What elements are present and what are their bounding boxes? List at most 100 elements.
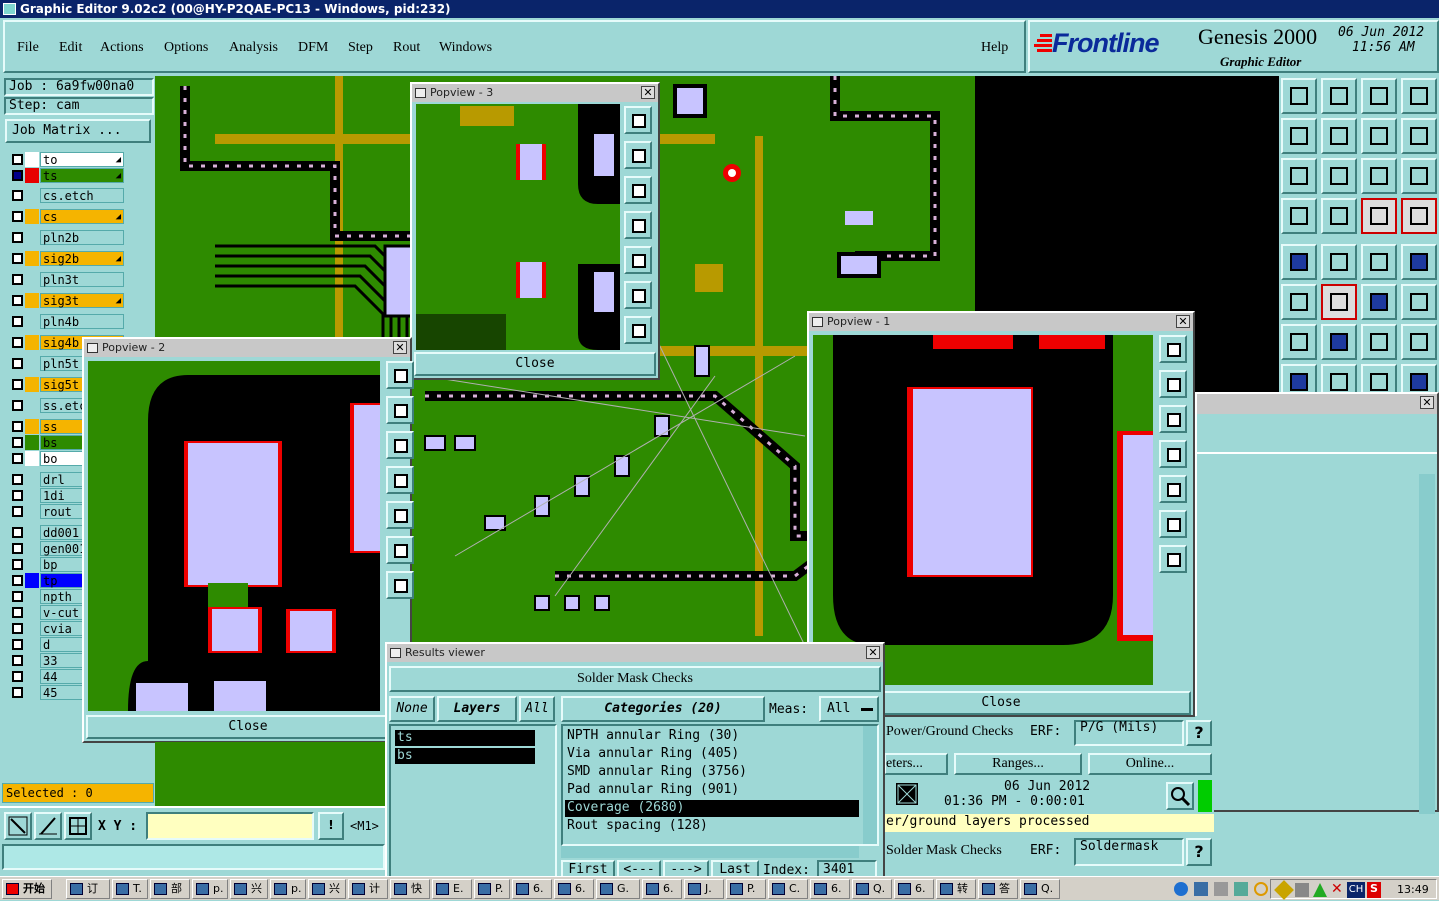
layer-checkbox[interactable] [12,379,23,390]
layer-checkbox[interactable] [12,559,23,570]
clip-icon[interactable] [1281,198,1317,234]
taskbar-item[interactable]: 6. [894,879,934,899]
layer-checkbox[interactable] [12,400,23,411]
taskbar-item[interactable]: Q. [1020,879,1060,899]
cross-icon[interactable] [1321,284,1357,320]
pan-icon[interactable] [624,316,652,344]
move-out-icon[interactable] [1159,475,1187,503]
job-matrix-button[interactable]: Job Matrix ... [5,119,151,143]
meas-select[interactable]: All [819,696,879,722]
pin-icon[interactable] [1401,284,1437,320]
layer-checkbox[interactable] [12,211,23,222]
layer-row-ts[interactable]: ts ◢ [8,168,126,183]
run-status-icon[interactable] [894,781,920,807]
tray-s-icon[interactable]: S [1367,882,1381,898]
layers-button[interactable]: Layers [437,696,517,722]
layer-row-pln4b[interactable]: pln4b [8,314,126,329]
angle-icon[interactable] [1281,324,1317,360]
sm-erf-field[interactable]: Soldermask [1074,838,1184,866]
to-front-icon[interactable] [386,396,414,424]
layer-checkbox[interactable] [12,623,23,634]
to-front-icon[interactable] [1159,370,1187,398]
move-out-icon[interactable] [624,246,652,274]
category-item[interactable]: SMD annular Ring (3756) [565,764,859,781]
taskbar-item[interactable]: 转 [936,879,976,899]
category-vscrollbar[interactable] [863,726,877,844]
move-out-icon[interactable] [386,501,414,529]
layer-checkbox[interactable] [12,490,23,501]
checks-scrollbar[interactable] [1419,474,1435,814]
move-in-icon[interactable] [1159,440,1187,468]
layer-checkbox[interactable] [12,253,23,264]
layer-checkbox[interactable] [12,295,23,306]
layer-checkbox[interactable] [12,607,23,618]
layer-checkbox[interactable] [12,154,23,165]
taskbar-item[interactable]: 兴 [308,879,346,899]
fit-icon[interactable] [1281,158,1317,194]
menu-actions[interactable]: Actions [100,40,144,56]
language-indicator[interactable]: CH [1347,882,1365,898]
taskbar-item[interactable]: P. [726,879,766,899]
popview-1-close-icon[interactable]: ✕ [1176,315,1190,328]
ranges-button[interactable]: Ranges... [954,753,1082,775]
popview-1-titlebar[interactable]: Popview - 1 [809,313,1193,331]
layer-name[interactable]: cs ◢ [40,209,124,224]
paste-icon[interactable] [624,106,652,134]
move-right-icon[interactable] [1321,118,1357,154]
to-back-icon[interactable] [386,431,414,459]
menu-edit[interactable]: Edit [59,40,82,56]
layer-checkbox[interactable] [12,316,23,327]
net-red-icon[interactable] [1401,198,1437,234]
layer-checkbox[interactable] [12,639,23,650]
paste-icon[interactable] [1159,335,1187,363]
taskbar-item[interactable]: 6. [642,879,682,899]
popview-3-titlebar[interactable]: Popview - 3 [412,84,658,102]
layer-checkbox[interactable] [12,575,23,586]
taskbar-item[interactable]: C. [768,879,808,899]
layer-checkbox[interactable] [12,474,23,485]
taskbar-item[interactable]: 快 [390,879,430,899]
ie-icon[interactable] [1174,882,1188,896]
layer-name[interactable]: pln3t [40,272,124,287]
home-icon[interactable] [1361,78,1397,114]
app-icon-b[interactable] [1214,882,1228,896]
taskbar-item[interactable]: 6. [810,879,850,899]
to-back-icon[interactable] [1159,405,1187,433]
taskbar-item[interactable]: 部 [150,879,190,899]
grid-icon[interactable] [64,812,92,840]
layer-row-csetch[interactable]: cs.etch [8,188,126,203]
taskbar-item[interactable]: 6. [512,879,552,899]
layer-name[interactable]: cs.etch [40,188,124,203]
route-icon[interactable] [1321,244,1357,280]
layer-checkbox[interactable] [12,527,23,538]
help-icon[interactable] [1401,158,1437,194]
zoom-icon[interactable] [1166,782,1194,810]
feature-icon[interactable] [1281,244,1317,280]
layer-row-to[interactable]: to ◢ [8,152,126,167]
tray-x-icon[interactable]: ✕ [1331,881,1343,897]
taskbar-item[interactable]: 6. [554,879,594,899]
taskbar-item[interactable]: 计 [348,879,388,899]
layer-row-sig2b[interactable]: sig2b ◢ [8,251,126,266]
zoom-fit-icon[interactable] [1159,510,1187,538]
tray-pencil-icon[interactable] [1274,880,1294,900]
tray-triangle-icon[interactable] [1313,883,1327,897]
flag-icon[interactable] [1401,324,1437,360]
layer-checkbox[interactable] [12,437,23,448]
clock-app-icon[interactable] [1254,882,1268,896]
taskbar-item[interactable]: J. [684,879,724,899]
popview-2-close-icon[interactable]: ✕ [393,341,407,354]
popview-2-close-button[interactable]: Close [86,715,410,739]
layer-checkbox[interactable] [12,506,23,517]
results-viewer-close-icon[interactable]: ✕ [866,646,880,659]
snap-icon[interactable] [4,812,32,840]
popview-2-canvas[interactable] [88,361,380,711]
paste-icon[interactable] [386,361,414,389]
layer-checkbox[interactable] [12,358,23,369]
pan-icon[interactable] [386,571,414,599]
menu-file[interactable]: File [17,40,39,56]
results-layer-item[interactable]: ts [395,730,535,746]
category-hscrollbar[interactable] [561,846,859,858]
start-button[interactable]: 开始 [2,879,52,899]
layer-name[interactable]: to ◢ [40,152,124,167]
